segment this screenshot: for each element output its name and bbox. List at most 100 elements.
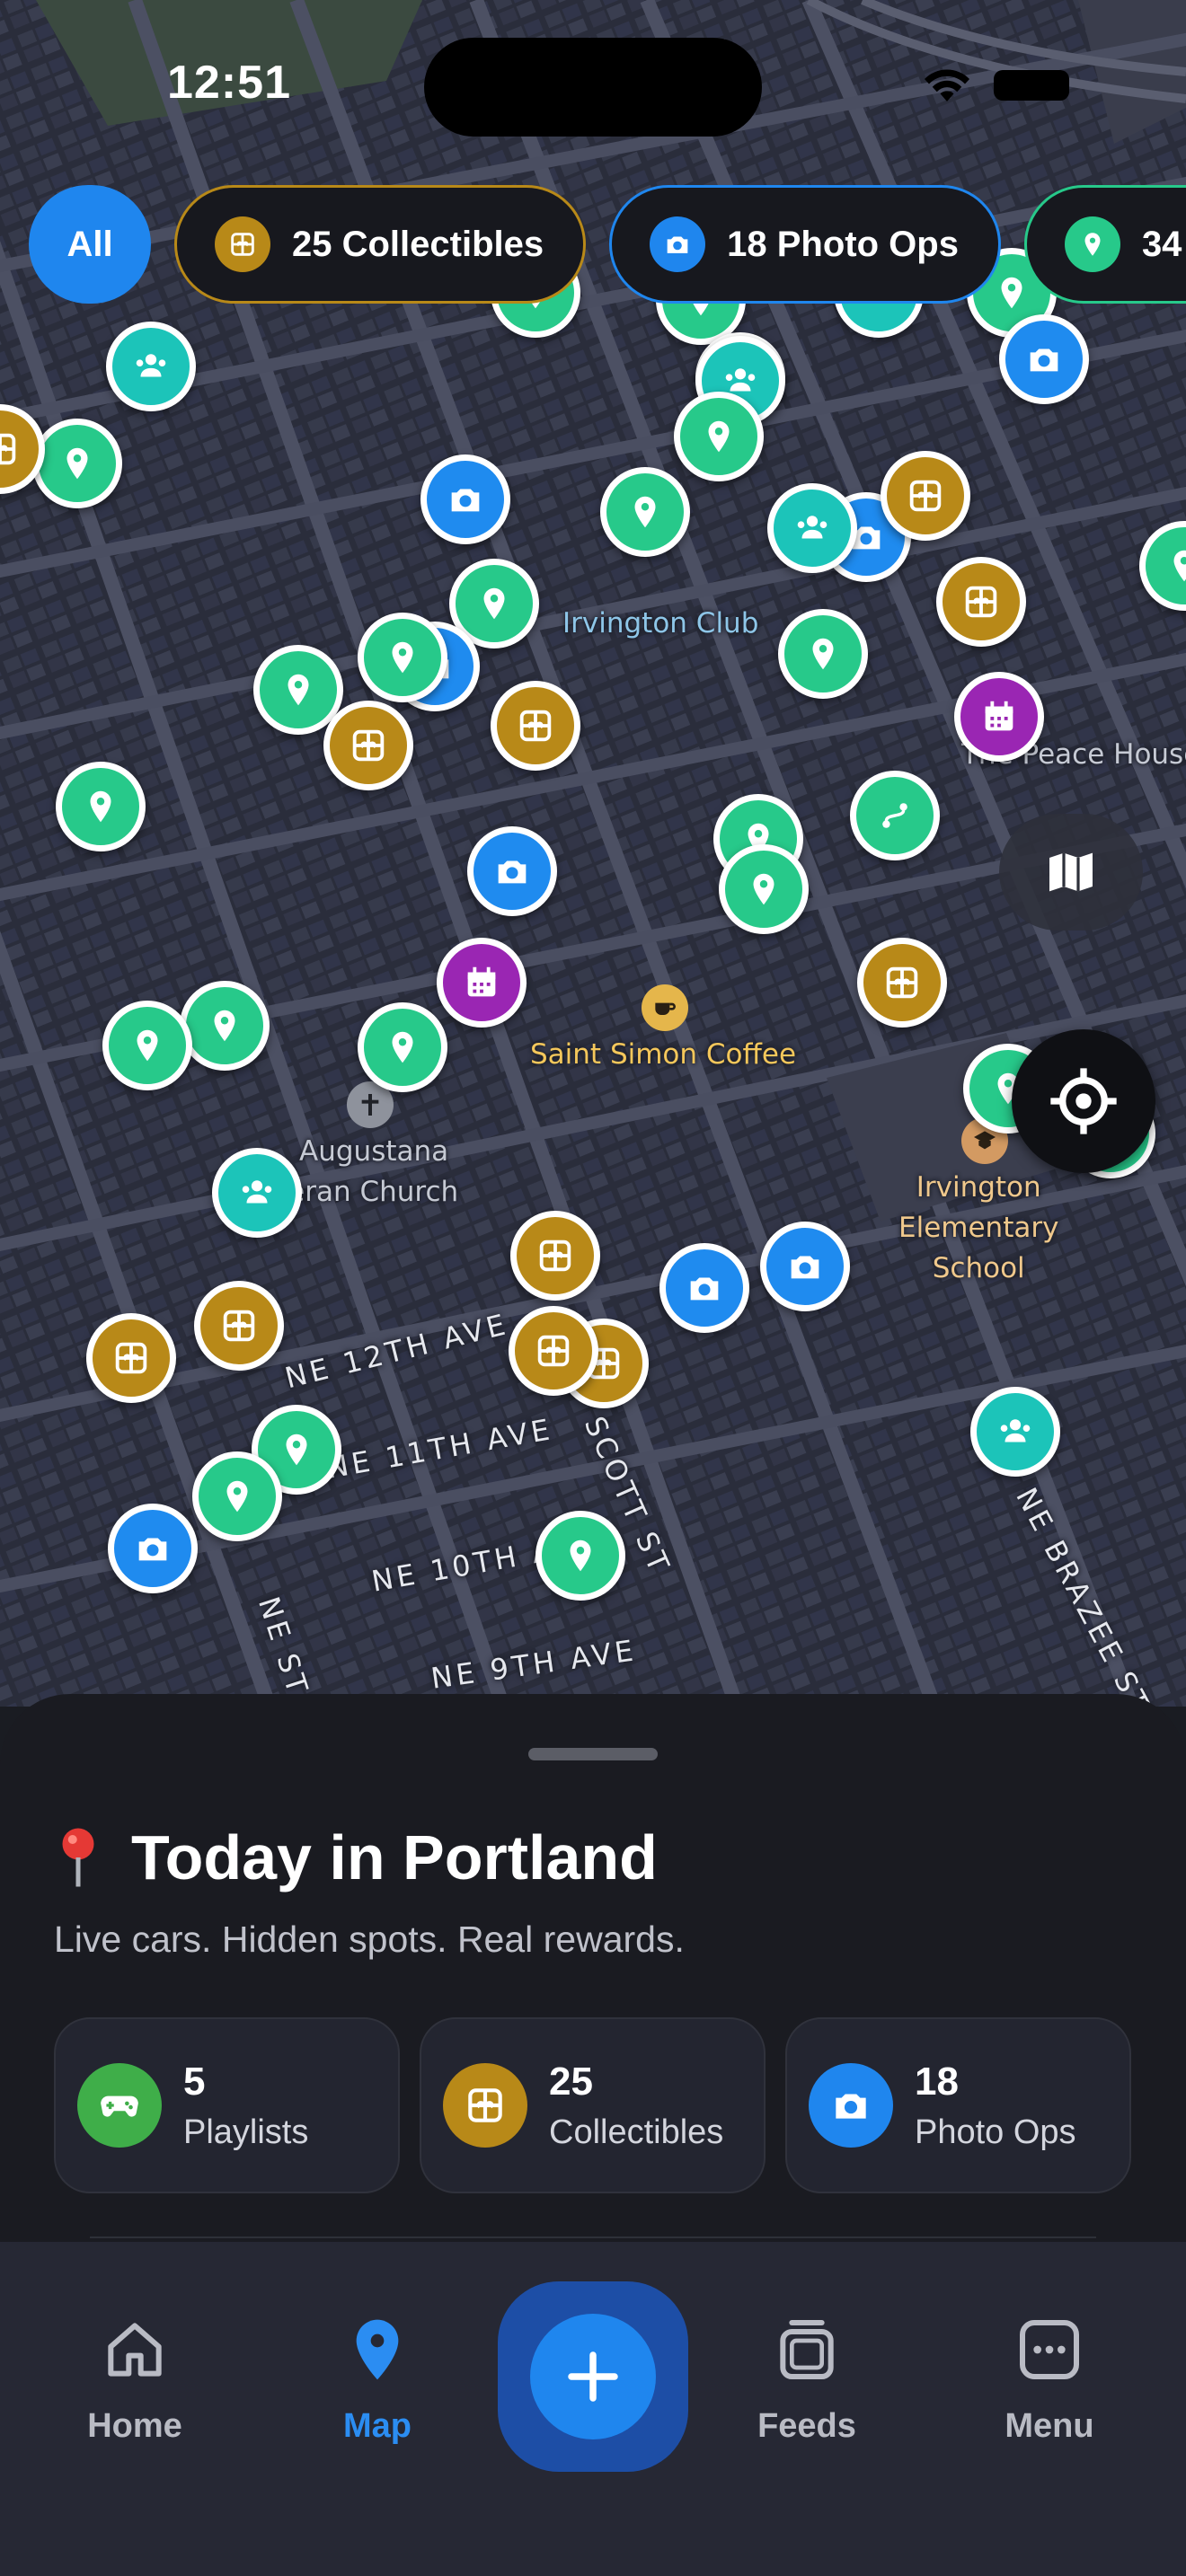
event-pin[interactable] — [954, 672, 1044, 762]
stat-playlists-label: Playlists — [183, 2113, 309, 2151]
gift-icon — [533, 1330, 574, 1372]
filter-chip-collectibles[interactable]: 25 Collectibles — [174, 185, 587, 304]
spot-pin[interactable] — [56, 762, 146, 851]
camera-icon — [132, 1528, 173, 1569]
sheet-drag-handle[interactable] — [528, 1748, 658, 1760]
spot-pin[interactable] — [192, 1451, 282, 1541]
collectible-pin[interactable] — [857, 938, 947, 1028]
filter-chip-spots-label: 34 S — [1141, 224, 1186, 264]
plus-icon — [568, 2351, 618, 2402]
feeds-icon — [780, 2320, 834, 2379]
spot-pin[interactable] — [600, 467, 690, 557]
place-augustana-church[interactable]: Augustana Lutheran Church — [226, 1132, 458, 1213]
camera-icon — [445, 479, 486, 520]
wifi-icon — [925, 69, 969, 101]
photo-op-pin[interactable] — [760, 1222, 850, 1311]
tab-home[interactable]: Home — [45, 2314, 225, 2446]
event-pin[interactable] — [437, 938, 527, 1028]
filter-chip-all[interactable]: All — [29, 185, 151, 304]
place-school-line2: Elementary — [898, 1211, 1059, 1244]
location-pin-icon — [743, 869, 784, 910]
collectible-pin[interactable] — [491, 681, 580, 771]
sheet-title-row: Today in Portland — [56, 1822, 658, 1893]
photo-op-pin[interactable] — [420, 454, 510, 544]
create-button[interactable] — [530, 2314, 656, 2439]
people-pin[interactable] — [212, 1148, 302, 1238]
stat-card-playlists[interactable]: 5 Playlists — [54, 2017, 400, 2193]
spot-pin[interactable] — [535, 1511, 625, 1601]
tab-menu-label: Menu — [1005, 2407, 1094, 2445]
stat-card-photo-ops[interactable]: 18 Photo Ops — [785, 2017, 1131, 2193]
calendar-icon — [978, 696, 1020, 737]
stat-photo-ops-label: Photo Ops — [915, 2113, 1076, 2151]
today-sheet[interactable]: Today in Portland Live cars. Hidden spot… — [0, 1694, 1186, 2269]
gift-icon — [905, 475, 946, 516]
map-view[interactable]: Irvington Club The Peace House Saint Sim… — [0, 0, 1186, 1707]
people-icon — [792, 507, 833, 549]
filter-chip-photo-ops[interactable]: 18 Photo Ops — [609, 185, 1001, 304]
tab-menu[interactable]: Menu — [960, 2314, 1139, 2446]
photo-op-pin[interactable] — [999, 314, 1089, 404]
collectible-pin[interactable] — [323, 701, 413, 790]
gift-icon — [515, 705, 556, 746]
spot-pin[interactable] — [719, 844, 809, 934]
place-irvington-club[interactable]: Irvington Club — [562, 604, 758, 644]
spot-pin[interactable] — [674, 392, 764, 481]
coffee-icon — [642, 984, 688, 1031]
spot-pin[interactable] — [32, 419, 122, 508]
place-irvington-school[interactable]: Irvington Elementary School — [898, 1168, 1058, 1289]
location-pin-icon — [474, 583, 515, 624]
collectible-pin[interactable] — [509, 1306, 598, 1396]
stat-cards: 5 Playlists 25 Collectibles 18 Photo Ops — [54, 2017, 1131, 2193]
spot-pin[interactable] — [358, 613, 447, 702]
people-pin[interactable] — [106, 322, 196, 411]
sheet-subtitle: Live cars. Hidden spots. Real rewards. — [54, 1919, 685, 1960]
location-pin-icon — [382, 637, 423, 678]
spot-pin[interactable] — [102, 1001, 192, 1090]
tab-home-label: Home — [87, 2407, 182, 2445]
tab-feeds[interactable]: Feeds — [717, 2314, 897, 2446]
menu-dots-icon — [1020, 2320, 1079, 2379]
gift-icon — [535, 1235, 576, 1276]
stat-collectibles-label: Collectibles — [549, 2113, 724, 2151]
camera-icon — [1023, 339, 1065, 380]
locate-me-button[interactable] — [1012, 1029, 1155, 1173]
map-style-button[interactable] — [999, 814, 1143, 931]
location-pin-icon — [278, 669, 319, 710]
stat-card-collectibles[interactable]: 25 Collectibles — [420, 2017, 766, 2193]
photo-op-pin[interactable] — [659, 1243, 749, 1333]
gift-icon — [348, 725, 389, 766]
place-saint-simon-coffee[interactable]: Saint Simon Coffee — [530, 1035, 796, 1075]
gift-icon — [215, 216, 270, 272]
spot-pin[interactable] — [778, 609, 868, 699]
photo-op-pin[interactable] — [467, 826, 557, 916]
location-pin-icon — [382, 1027, 423, 1068]
people-pin[interactable] — [767, 483, 857, 573]
camera-icon — [491, 851, 533, 892]
photo-op-pin[interactable] — [108, 1504, 198, 1593]
route-pin[interactable] — [850, 771, 940, 860]
camera-icon — [784, 1246, 826, 1287]
location-pin-icon — [57, 443, 98, 484]
location-pin-icon — [802, 633, 844, 675]
collectible-pin[interactable] — [510, 1211, 600, 1301]
collectible-pin[interactable] — [194, 1281, 284, 1371]
location-pin-icon — [1164, 545, 1186, 587]
people-icon — [130, 346, 172, 387]
collectible-pin[interactable] — [936, 557, 1026, 647]
spot-pin[interactable] — [180, 981, 270, 1071]
collectible-pin[interactable] — [86, 1313, 176, 1403]
sheet-title: Today in Portland — [131, 1822, 658, 1892]
people-icon — [995, 1411, 1036, 1452]
tab-map[interactable]: Map — [288, 2314, 467, 2446]
people-pin[interactable] — [970, 1387, 1060, 1477]
crosshair-icon — [1050, 1068, 1117, 1134]
location-pin-icon — [204, 1005, 245, 1046]
collectible-pin[interactable] — [881, 451, 970, 541]
battery-icon — [994, 70, 1069, 101]
filter-chip-spots[interactable]: 34 S — [1023, 185, 1186, 304]
spot-pin[interactable] — [358, 1002, 447, 1092]
location-pin-icon — [624, 491, 666, 533]
tab-map-label: Map — [343, 2407, 412, 2445]
status-time: 12:51 — [167, 57, 291, 109]
